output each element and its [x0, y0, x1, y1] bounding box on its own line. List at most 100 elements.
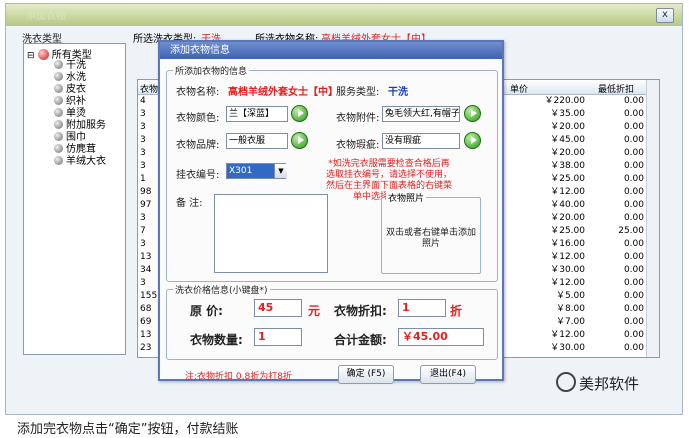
discount-field[interactable]: 1 [398, 299, 446, 317]
price-group: 洗衣价格信息(小键盘*) [166, 283, 498, 360]
total-label: 合计金额: [334, 333, 387, 347]
row-id: 97 [140, 200, 152, 210]
row-price: ￥40.00 [550, 200, 585, 210]
row-price: ￥12.00 [550, 252, 585, 262]
unit-zhe: 折 [450, 304, 463, 318]
attachment-pick-arrow-icon[interactable] [464, 105, 481, 122]
node-icon [54, 156, 63, 165]
row-id: 3 [140, 213, 146, 223]
node-icon [54, 120, 63, 129]
brand-field[interactable]: 一般衣服 [226, 133, 288, 149]
row-id: 3 [140, 161, 146, 171]
memo-textarea[interactable] [214, 194, 328, 273]
row-discount: 0.00 [623, 135, 644, 145]
node-icon [54, 108, 63, 117]
hanger-label: 挂衣编号: [176, 170, 220, 181]
photo-box[interactable]: 衣物照片 双击或者右键单击添加照片 [381, 191, 481, 274]
row-discount: 0.00 [623, 109, 644, 119]
row-id: 3 [140, 239, 146, 249]
row-id: 23 [140, 343, 152, 353]
row-discount: 0.00 [623, 330, 644, 340]
row-id: 4 [140, 96, 146, 106]
tree-item-label: 羊绒大衣 [66, 156, 106, 167]
tree-item[interactable]: 围巾 [54, 132, 86, 144]
window-titlebar: 添加衣物 x [6, 4, 682, 26]
tree-root[interactable]: ⊟ 所有类型 [27, 46, 92, 61]
watermark: 美邦软件 [556, 372, 666, 393]
row-discount: 0.00 [623, 304, 644, 314]
total-field[interactable]: ￥45.00 [398, 328, 484, 346]
tree-item-label: 围巾 [66, 132, 86, 143]
tree-item[interactable]: 羊绒大衣 [54, 156, 106, 168]
tree-item[interactable]: 附加服务 [54, 120, 106, 132]
row-price: ￥8.00 [555, 304, 585, 314]
tree-item-label: 仿麂茸 [66, 144, 96, 155]
node-icon [54, 72, 63, 81]
row-price: ￥12.00 [550, 330, 585, 340]
row-price: ￥45.00 [550, 135, 585, 145]
row-price: ￥25.00 [550, 174, 585, 184]
tree-item-label: 单烫 [66, 108, 86, 119]
row-id: 68 [140, 304, 152, 314]
row-discount: 0.00 [623, 239, 644, 249]
row-discount: 0.00 [623, 291, 644, 301]
orig-price-field[interactable]: 45 [254, 299, 302, 317]
col-header: 最低折扣 [598, 85, 635, 95]
tree-item[interactable]: 单烫 [54, 108, 86, 120]
exit-button[interactable]: 退出(F4) [420, 365, 476, 384]
row-price: ￥35.00 [550, 109, 585, 119]
row-id: 3 [140, 148, 146, 158]
table-scrollbar[interactable] [646, 80, 659, 357]
memo-label: 备 注: [176, 198, 203, 209]
tree-item[interactable]: 干洗 [54, 60, 86, 72]
attachment-field[interactable]: 兔毛领大红,有帽子 [382, 106, 460, 122]
close-button[interactable]: x [656, 8, 674, 23]
color-pick-arrow-icon[interactable] [291, 105, 308, 122]
service-type-value: 干洗 [388, 87, 408, 98]
row-id: 1 [140, 174, 146, 184]
row-discount: 0.00 [623, 265, 644, 275]
row-id: 3 [140, 135, 146, 145]
flaw-pick-arrow-icon[interactable] [464, 132, 481, 149]
row-id: 69 [140, 317, 152, 327]
color-label: 衣物颜色: [176, 113, 220, 124]
row-price: ￥220.00 [544, 96, 586, 106]
add-clothes-dialog: 添加衣物信息 所添加衣物的信息 衣物名称: 高档羊绒外套女士【中】 服务类型: … [158, 40, 504, 384]
row-discount: 0.00 [623, 174, 644, 184]
info-group-label: 所添加衣物的信息 [173, 64, 250, 77]
dialog-title: 添加衣物信息 [160, 42, 502, 59]
discount-label: 衣物折扣: [334, 304, 387, 318]
root-node-icon [37, 49, 49, 60]
cloth-name-value: 高档羊绒外套女士【中】 [228, 87, 338, 98]
row-price: ￥20.00 [550, 213, 585, 223]
row-id: 3 [140, 109, 146, 119]
node-icon [54, 144, 63, 153]
category-tree[interactable]: ⊟ 所有类型 干洗 水洗 皮衣 织补 单烫 附加服务 围巾 仿麂茸 羊绒大衣 [23, 43, 126, 355]
tree-item-label: 水洗 [66, 72, 86, 83]
flaw-field[interactable]: 没有瑕疵 [382, 133, 460, 149]
tree-item[interactable]: 仿麂茸 [54, 144, 96, 156]
row-discount: 0.00 [623, 278, 644, 288]
chevron-down-icon[interactable]: ▼ [274, 164, 287, 178]
flaw-label: 衣物瑕疵: [336, 140, 380, 151]
ok-button[interactable]: 确定 (F5) [338, 365, 394, 384]
brand-pick-arrow-icon[interactable] [291, 132, 308, 149]
tree-item[interactable]: 皮衣 [54, 84, 86, 96]
tree-item[interactable]: 水洗 [54, 72, 86, 84]
price-group-label: 洗衣价格信息(小键盘*) [173, 283, 270, 296]
row-discount: 0.00 [623, 317, 644, 327]
watermark-text: 美邦软件 [579, 375, 640, 393]
logo-icon [556, 372, 576, 392]
row-discount: 0.00 [623, 213, 644, 223]
node-icon [54, 132, 63, 141]
row-price: ￥25.00 [550, 226, 585, 236]
row-discount: 0.00 [623, 148, 644, 158]
row-id: 98 [140, 187, 152, 197]
brand-label: 衣物品牌: [176, 140, 220, 151]
color-field[interactable]: 兰【深蓝】 [226, 106, 288, 122]
quantity-field[interactable]: 1 [254, 328, 302, 346]
collapse-icon[interactable]: ⊟ [27, 51, 35, 61]
tree-item[interactable]: 织补 [54, 96, 86, 108]
window-title: 添加衣物 [26, 11, 66, 22]
tree-item-label: 皮衣 [66, 84, 86, 95]
